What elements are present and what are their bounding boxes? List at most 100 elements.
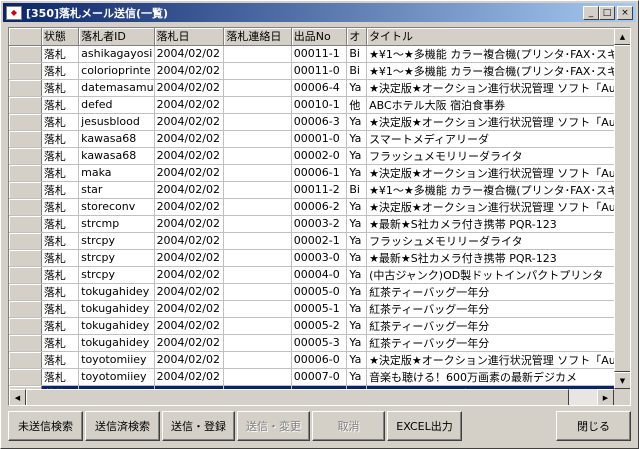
cell-auction-site[interactable]: Ya xyxy=(346,300,368,318)
cell-win-date[interactable]: 2004/02/02 xyxy=(154,164,225,182)
cell-contact-date[interactable] xyxy=(223,79,292,97)
cell-auction-site[interactable]: Ya xyxy=(346,266,368,284)
cell-win-date[interactable]: 2004/02/02 xyxy=(154,300,225,318)
scroll-down-button[interactable]: ▼ xyxy=(614,372,630,389)
cell-win-date[interactable]: 2004/02/02 xyxy=(154,181,225,199)
cell-win-date[interactable]: 2004/02/02 xyxy=(154,130,225,148)
vertical-scrollbar[interactable]: ▲ ▼ xyxy=(614,28,630,389)
cell-listing-no[interactable]: 00005-1 xyxy=(291,300,348,318)
table-row[interactable]: 落札 jesusblood 2004/02/02 00006-3 Ya ★決定版★オークシ… xyxy=(9,113,630,131)
table-row[interactable]: 落札 toyotomiiey 2004/02/02 00007-0 Ya 音楽も聴ける！6… xyxy=(9,368,630,386)
cell-contact-date[interactable] xyxy=(223,164,292,182)
cell-listing-no[interactable]: 00006-3 xyxy=(291,113,348,131)
cell-auction-site[interactable]: Ya xyxy=(346,130,368,148)
cell-bidder-id[interactable]: strcpy xyxy=(78,266,155,284)
table-row[interactable]: 落札 tokugahidey 2004/02/02 00005-0 Ya 紅茶ティーバッグ… xyxy=(9,283,630,301)
cell-bidder-id[interactable]: maka xyxy=(78,164,155,182)
cell-win-date[interactable]: 2004/02/02 xyxy=(154,334,225,352)
row-indicator[interactable] xyxy=(9,317,42,335)
cell-title[interactable]: フラッシュメモリリーダライタ xyxy=(366,232,630,250)
cell-bidder-id[interactable]: kawasa68 xyxy=(78,130,155,148)
cell-status[interactable]: 落札 xyxy=(41,130,80,148)
excel-export-button[interactable]: EXCEL出力 xyxy=(387,411,462,441)
cell-auction-site[interactable]: Ya xyxy=(346,164,368,182)
cell-bidder-id[interactable]: toyotomiiey xyxy=(78,368,155,386)
minimize-button[interactable]: _ xyxy=(583,6,599,20)
column-header-listing-no[interactable]: 出品No xyxy=(291,28,348,46)
cell-title[interactable]: ★決定版★オークション進行状況管理 ソフト「Auct xyxy=(366,351,630,369)
cell-listing-no[interactable]: 00011-1 xyxy=(291,45,348,63)
row-indicator[interactable] xyxy=(9,147,42,165)
cell-auction-site[interactable]: Ya xyxy=(346,232,368,250)
send-register-button[interactable]: 送信・登録 xyxy=(162,411,235,441)
table-row[interactable]: 落札 storeconv 2004/02/02 00006-2 Ya ★決定版★オークショ… xyxy=(9,198,630,216)
cell-bidder-id[interactable]: datemasamu xyxy=(78,79,155,97)
cell-win-date[interactable]: 2004/02/02 xyxy=(154,351,225,369)
cell-auction-site[interactable]: Ya xyxy=(346,283,368,301)
cell-listing-no[interactable]: 00006-2 xyxy=(291,198,348,216)
cell-win-date[interactable]: 2004/02/02 xyxy=(154,266,225,284)
cell-bidder-id[interactable]: strcpy xyxy=(78,232,155,250)
scroll-up-button[interactable]: ▲ xyxy=(614,28,630,45)
cell-listing-no[interactable]: 00011-0 xyxy=(291,62,348,80)
column-header-title[interactable]: タイトル xyxy=(366,28,630,46)
cell-listing-no[interactable]: 00004-0 xyxy=(291,266,348,284)
cell-listing-no[interactable]: 00003-2 xyxy=(291,215,348,233)
cell-status[interactable]: 落札 xyxy=(41,283,80,301)
cell-bidder-id[interactable]: ashikagayosi xyxy=(78,45,155,63)
cell-status[interactable]: 落札 xyxy=(41,198,80,216)
cell-status[interactable]: 落札 xyxy=(41,300,80,318)
cell-auction-site[interactable]: 他 xyxy=(346,96,368,114)
cell-bidder-id[interactable]: kawasa68 xyxy=(78,147,155,165)
send-modify-button[interactable]: 送信・変更 xyxy=(237,411,310,441)
cell-win-date[interactable]: 2004/02/02 xyxy=(154,62,225,80)
cell-bidder-id[interactable]: defed xyxy=(78,96,155,114)
row-indicator[interactable] xyxy=(9,181,42,199)
cell-status[interactable]: 落札 xyxy=(41,266,80,284)
cell-listing-no[interactable]: 00002-0 xyxy=(291,147,348,165)
cell-title[interactable]: 紅茶ティーバッグ一年分 xyxy=(366,317,630,335)
cell-listing-no[interactable]: 00005-3 xyxy=(291,334,348,352)
scroll-right-button[interactable]: ▶ xyxy=(597,389,614,405)
cell-listing-no[interactable]: 00001-0 xyxy=(291,130,348,148)
cell-win-date[interactable]: 2004/02/02 xyxy=(154,232,225,250)
row-indicator[interactable] xyxy=(9,266,42,284)
cell-auction-site[interactable]: Bi xyxy=(346,62,368,80)
vertical-scroll-thumb[interactable] xyxy=(614,45,630,372)
cell-status[interactable]: 落札 xyxy=(41,62,80,80)
table-row[interactable]: 落札 colorioprinte 2004/02/02 00011-0 Bi ★¥1～★多… xyxy=(9,62,630,80)
cell-contact-date[interactable] xyxy=(223,351,292,369)
cell-status[interactable]: 落札 xyxy=(41,45,80,63)
cell-title[interactable]: ★最新★S社カメラ付き携帯 PQR-123 xyxy=(366,249,630,267)
cell-auction-site[interactable]: Ya xyxy=(346,198,368,216)
cell-auction-site[interactable]: Ya xyxy=(346,113,368,131)
cell-bidder-id[interactable]: strcpy xyxy=(78,249,155,267)
cell-status[interactable]: 落札 xyxy=(41,368,80,386)
cell-status[interactable]: 落札 xyxy=(41,351,80,369)
cell-contact-date[interactable] xyxy=(223,215,292,233)
cell-title[interactable]: ★最新★S社カメラ付き携帯 PQR-123 xyxy=(366,215,630,233)
cell-bidder-id[interactable]: toyotomiiey xyxy=(78,351,155,369)
cell-status[interactable]: 落札 xyxy=(41,79,80,97)
cell-listing-no[interactable]: 00010-1 xyxy=(291,96,348,114)
cell-title[interactable]: ★決定版★オークション進行状況管理 ソフト「Auct xyxy=(366,198,630,216)
row-indicator[interactable] xyxy=(9,45,42,63)
row-indicator[interactable] xyxy=(9,334,42,352)
search-unsent-button[interactable]: 未送信検索 xyxy=(8,411,83,441)
cell-bidder-id[interactable]: colorioprinte xyxy=(78,62,155,80)
cell-win-date[interactable]: 2004/02/02 xyxy=(154,215,225,233)
cell-title[interactable]: ★決定版★オークション進行状況管理 ソフト「Auct xyxy=(366,113,630,131)
table-row[interactable]: 落札 kawasa68 2004/02/02 00001-0 Ya スマートメディアリーダ xyxy=(9,130,630,148)
cell-title[interactable]: スマートメディアリーダ xyxy=(366,130,630,148)
cell-contact-date[interactable] xyxy=(223,266,292,284)
cell-status[interactable]: 落札 xyxy=(41,215,80,233)
table-row[interactable]: 落札 ashikagayosi 2004/02/02 00011-1 Bi ★¥1～★多機… xyxy=(9,45,630,63)
cell-auction-site[interactable]: Ya xyxy=(346,334,368,352)
table-row[interactable]: 落札 tokugahidey 2004/02/02 00005-3 Ya 紅茶ティーバッグ… xyxy=(9,334,630,352)
cell-contact-date[interactable] xyxy=(223,198,292,216)
column-header-status[interactable]: 状態 xyxy=(41,28,80,46)
row-indicator[interactable] xyxy=(9,130,42,148)
cell-bidder-id[interactable]: strcmp xyxy=(78,215,155,233)
row-indicator[interactable] xyxy=(9,62,42,80)
column-header-bidder-id[interactable]: 落札者ID xyxy=(78,28,155,46)
